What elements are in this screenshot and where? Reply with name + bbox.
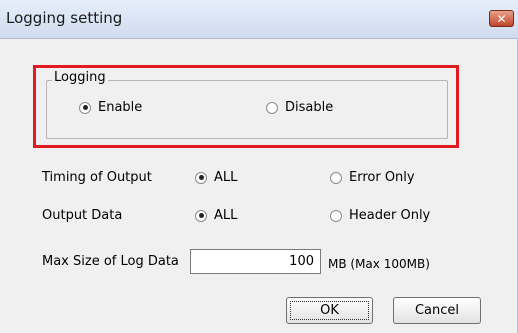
radio-label: Disable [285,100,334,115]
radio-label: Enable [98,100,143,115]
logging-disable-radio[interactable]: Disable [266,100,333,115]
title-bar: Logging setting ✕ [0,0,518,39]
radio-circle [330,209,342,222]
radio-label: Header Only [349,208,431,223]
window-title: Logging setting [6,9,123,27]
radio-circle [195,171,207,184]
cancel-button-label: Cancel [414,303,460,318]
max-size-unit: MB (Max 100MB) [328,257,430,271]
radio-label: Error Only [349,170,415,185]
timing-all-radio[interactable]: ALL [195,170,237,185]
logging-group-legend: Logging [52,70,108,85]
output-all-radio[interactable]: ALL [195,208,237,223]
radio-label: ALL [214,208,238,223]
output-header-only-radio[interactable]: Header Only [330,208,430,223]
max-size-label: Max Size of Log Data [42,254,179,269]
timing-of-output-label: Timing of Output [42,170,152,185]
timing-error-only-radio[interactable]: Error Only [330,170,415,185]
logging-setting-dialog: Logging setting ✕ Logging Enable Disable… [0,0,518,333]
radio-circle [330,171,342,184]
cancel-button[interactable]: Cancel [393,297,481,324]
ok-button[interactable]: OK [286,297,373,324]
radio-circle [79,101,91,114]
radio-circle [195,209,207,222]
logging-enable-radio[interactable]: Enable [79,100,142,115]
radio-label: ALL [214,170,238,185]
output-data-label: Output Data [42,208,123,223]
close-button[interactable]: ✕ [489,10,514,27]
max-size-input[interactable]: 100 [190,249,321,274]
close-icon: ✕ [496,11,507,26]
focus-rect [290,301,369,320]
radio-circle [266,101,278,114]
